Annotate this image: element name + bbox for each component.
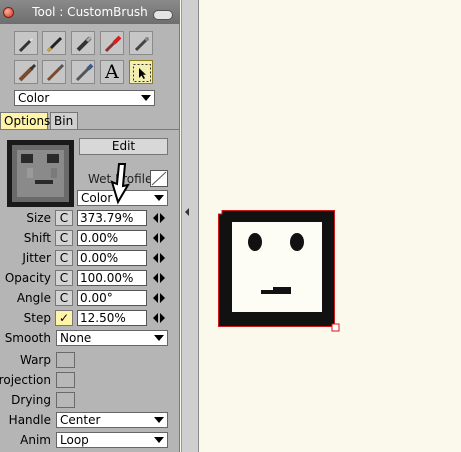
warp-checkbox[interactable]: [56, 352, 75, 368]
text-tool-button[interactable]: A: [100, 60, 124, 84]
size-c-button[interactable]: C: [55, 210, 73, 226]
jitter-stepper-icon[interactable]: [153, 253, 165, 263]
pen-tool-button[interactable]: [42, 31, 66, 55]
paint-brush-tool-icon: [104, 35, 122, 53]
step-label: Step: [23, 311, 51, 325]
projection-checkbox[interactable]: [56, 372, 75, 388]
tab-bin[interactable]: Bin: [50, 112, 78, 130]
select-tool-icon: [133, 64, 151, 82]
flat-brush-tool-button[interactable]: [14, 60, 38, 84]
fan-brush-tool-button[interactable]: [71, 60, 95, 84]
jitter-field[interactable]: 0.00%: [77, 250, 147, 266]
size-label: Size: [26, 211, 51, 225]
pencil-tool-button[interactable]: [14, 31, 38, 55]
shift-label: Shift: [23, 231, 51, 245]
brush-preview[interactable]: [7, 140, 74, 207]
color-select-value: Color: [18, 91, 50, 105]
step-check-button[interactable]: ✓: [55, 310, 73, 326]
shift-c-button[interactable]: C: [55, 230, 73, 246]
opacity-field[interactable]: 100.00%: [77, 270, 147, 286]
round-brush-tool-button[interactable]: [42, 60, 66, 84]
smooth-label: Smooth: [4, 331, 51, 345]
fan-brush-tool-icon: [75, 63, 94, 82]
diagonal-line-icon: [151, 171, 167, 186]
brush-face-preview-icon: [12, 145, 69, 202]
text-tool-icon: A: [105, 61, 119, 83]
anim-value: Loop: [60, 433, 89, 447]
quill-tool-button[interactable]: [129, 31, 153, 55]
flat-brush-tool-icon: [18, 63, 37, 82]
angle-label: Angle: [16, 291, 51, 305]
chevron-down-icon: [154, 417, 164, 423]
tab-options[interactable]: Options: [0, 112, 50, 130]
shift-field[interactable]: 0.00%: [77, 230, 147, 246]
drying-checkbox[interactable]: [56, 392, 75, 408]
paint-brush-tool-button[interactable]: [100, 31, 124, 55]
opacity-stepper-icon[interactable]: [153, 273, 165, 283]
warp-label: Warp: [19, 353, 51, 367]
wet-profile-swatch[interactable]: [150, 170, 168, 187]
pencil-tool-icon: [18, 36, 35, 53]
selection-handle-top-left: [218, 210, 223, 215]
projection-label: Projection: [0, 373, 51, 387]
quill-tool-icon: [134, 36, 150, 52]
edit-button[interactable]: Edit: [79, 138, 168, 155]
opacity-c-button[interactable]: C: [55, 270, 73, 286]
splitter-arrow-icon[interactable]: [185, 208, 189, 216]
shift-stepper-icon[interactable]: [153, 233, 165, 243]
size-field[interactable]: 373.79%: [77, 210, 147, 226]
marker-tool-button[interactable]: [71, 31, 95, 55]
color-select[interactable]: Color: [14, 90, 155, 106]
handle-label: Handle: [8, 413, 51, 427]
canvas-brush-object[interactable]: [218, 210, 343, 335]
angle-stepper-icon[interactable]: [153, 293, 165, 303]
chevron-down-icon: [154, 335, 164, 341]
anim-label: Anim: [20, 433, 51, 447]
select-tool-button[interactable]: [129, 60, 153, 84]
angle-c-button[interactable]: C: [55, 290, 73, 306]
pen-tool-icon: [46, 36, 63, 53]
tab-divider: [0, 129, 179, 130]
handle-select[interactable]: Center: [56, 412, 168, 428]
marker-tool-icon: [76, 35, 93, 52]
tool-palette-panel: Tool : CustomBrush A Color Options Bin E…: [0, 0, 180, 452]
jitter-label: Jitter: [22, 251, 51, 265]
step-stepper-icon[interactable]: [153, 313, 165, 323]
palette-titlebar[interactable]: Tool : CustomBrush: [0, 0, 180, 24]
jitter-c-button[interactable]: C: [55, 250, 73, 266]
smooth-select[interactable]: None: [56, 330, 168, 346]
collapse-icon[interactable]: [153, 10, 173, 20]
round-brush-tool-icon: [46, 63, 65, 82]
chevron-down-icon: [141, 95, 151, 101]
chevron-down-icon: [154, 195, 164, 201]
chevron-down-icon: [154, 437, 164, 443]
panel-splitter[interactable]: [181, 0, 199, 452]
mouse-cursor-icon: [110, 163, 130, 205]
handle-value: Center: [60, 413, 101, 427]
opacity-label: Opacity: [4, 271, 51, 285]
smooth-value: None: [60, 331, 92, 345]
angle-field[interactable]: 0.00°: [77, 290, 147, 306]
step-field[interactable]: 12.50%: [77, 310, 147, 326]
drying-label: Drying: [11, 393, 51, 407]
anim-select[interactable]: Loop: [56, 432, 168, 448]
selection-handle-bottom-right: [331, 323, 340, 332]
size-stepper-icon[interactable]: [153, 213, 165, 223]
